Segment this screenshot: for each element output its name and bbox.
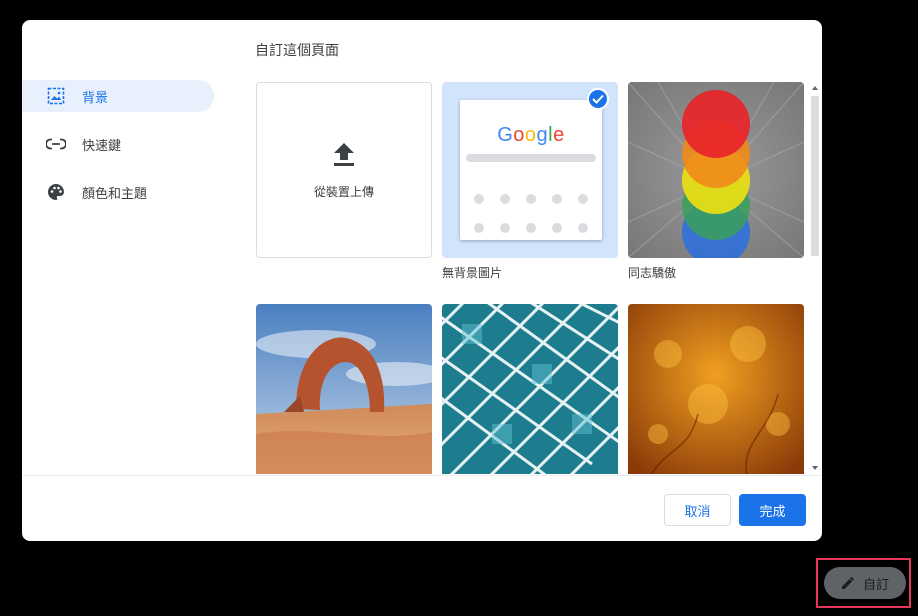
shortcut-dot (526, 194, 536, 204)
link-icon (46, 134, 66, 154)
shortcut-dot (578, 223, 588, 233)
pride-collection-tile[interactable] (628, 82, 804, 258)
shortcut-dot (552, 223, 562, 233)
sidebar-item-label: 背景 (82, 90, 109, 106)
shortcut-dot (474, 194, 484, 204)
scroll-down-arrow-icon[interactable] (810, 464, 820, 472)
cancel-button[interactable]: 取消 (664, 494, 731, 526)
texture-collection-tile[interactable] (628, 304, 804, 474)
no-background-tile[interactable]: Google (442, 82, 618, 258)
sidebar-item-colors-themes[interactable]: 顏色和主題 (22, 176, 214, 208)
architecture-image (442, 304, 618, 474)
landscape-collection-tile[interactable] (256, 304, 432, 474)
architecture-collection-tile[interactable] (442, 304, 618, 474)
image-icon (46, 86, 66, 106)
upload-label: 從裝置上傳 (313, 184, 374, 199)
customize-dialog: 自訂這個頁面 背景 快速鍵 顏色和主題 從裝置上傳 Google 無背景圖片 同… (22, 20, 822, 541)
search-bar-placeholder (466, 154, 596, 162)
sidebar: 背景 快速鍵 顏色和主題 (22, 80, 222, 224)
pride-collection-label: 同志驕傲 (628, 266, 677, 280)
landscape-image (256, 304, 432, 474)
palette-icon (46, 182, 66, 202)
shortcut-dot (500, 194, 510, 204)
texture-image (628, 304, 804, 474)
sidebar-item-background[interactable]: 背景 (22, 80, 214, 112)
upload-icon (332, 141, 356, 171)
sidebar-item-label: 顏色和主題 (82, 186, 148, 202)
scrollbar-thumb[interactable] (811, 96, 819, 256)
scroll-up-arrow-icon[interactable] (810, 84, 820, 92)
gallery-scrollbar[interactable] (810, 82, 820, 474)
sidebar-item-shortcuts[interactable]: 快速鍵 (22, 128, 214, 160)
shortcut-dot (552, 194, 562, 204)
pencil-icon (841, 576, 855, 590)
customize-button[interactable]: 自訂 (824, 567, 906, 599)
shortcut-dot (474, 223, 484, 233)
customize-button-label: 自訂 (862, 577, 889, 593)
upload-from-device-tile[interactable]: 從裝置上傳 (256, 82, 432, 258)
shortcut-dot (578, 194, 588, 204)
dialog-title: 自訂這個頁面 (255, 43, 339, 59)
pride-image (628, 82, 804, 258)
google-logo: Google (497, 124, 565, 146)
done-button[interactable]: 完成 (739, 494, 806, 526)
background-gallery: 從裝置上傳 Google 無背景圖片 同志驕傲 (255, 82, 822, 474)
selected-check-icon (587, 88, 609, 110)
sidebar-item-label: 快速鍵 (82, 138, 122, 154)
no-background-label: 無背景圖片 (442, 266, 503, 280)
shortcut-dot (500, 223, 510, 233)
new-tab-preview: Google (460, 100, 602, 240)
dialog-footer: 取消 完成 (22, 475, 822, 541)
shortcut-dot (526, 223, 536, 233)
